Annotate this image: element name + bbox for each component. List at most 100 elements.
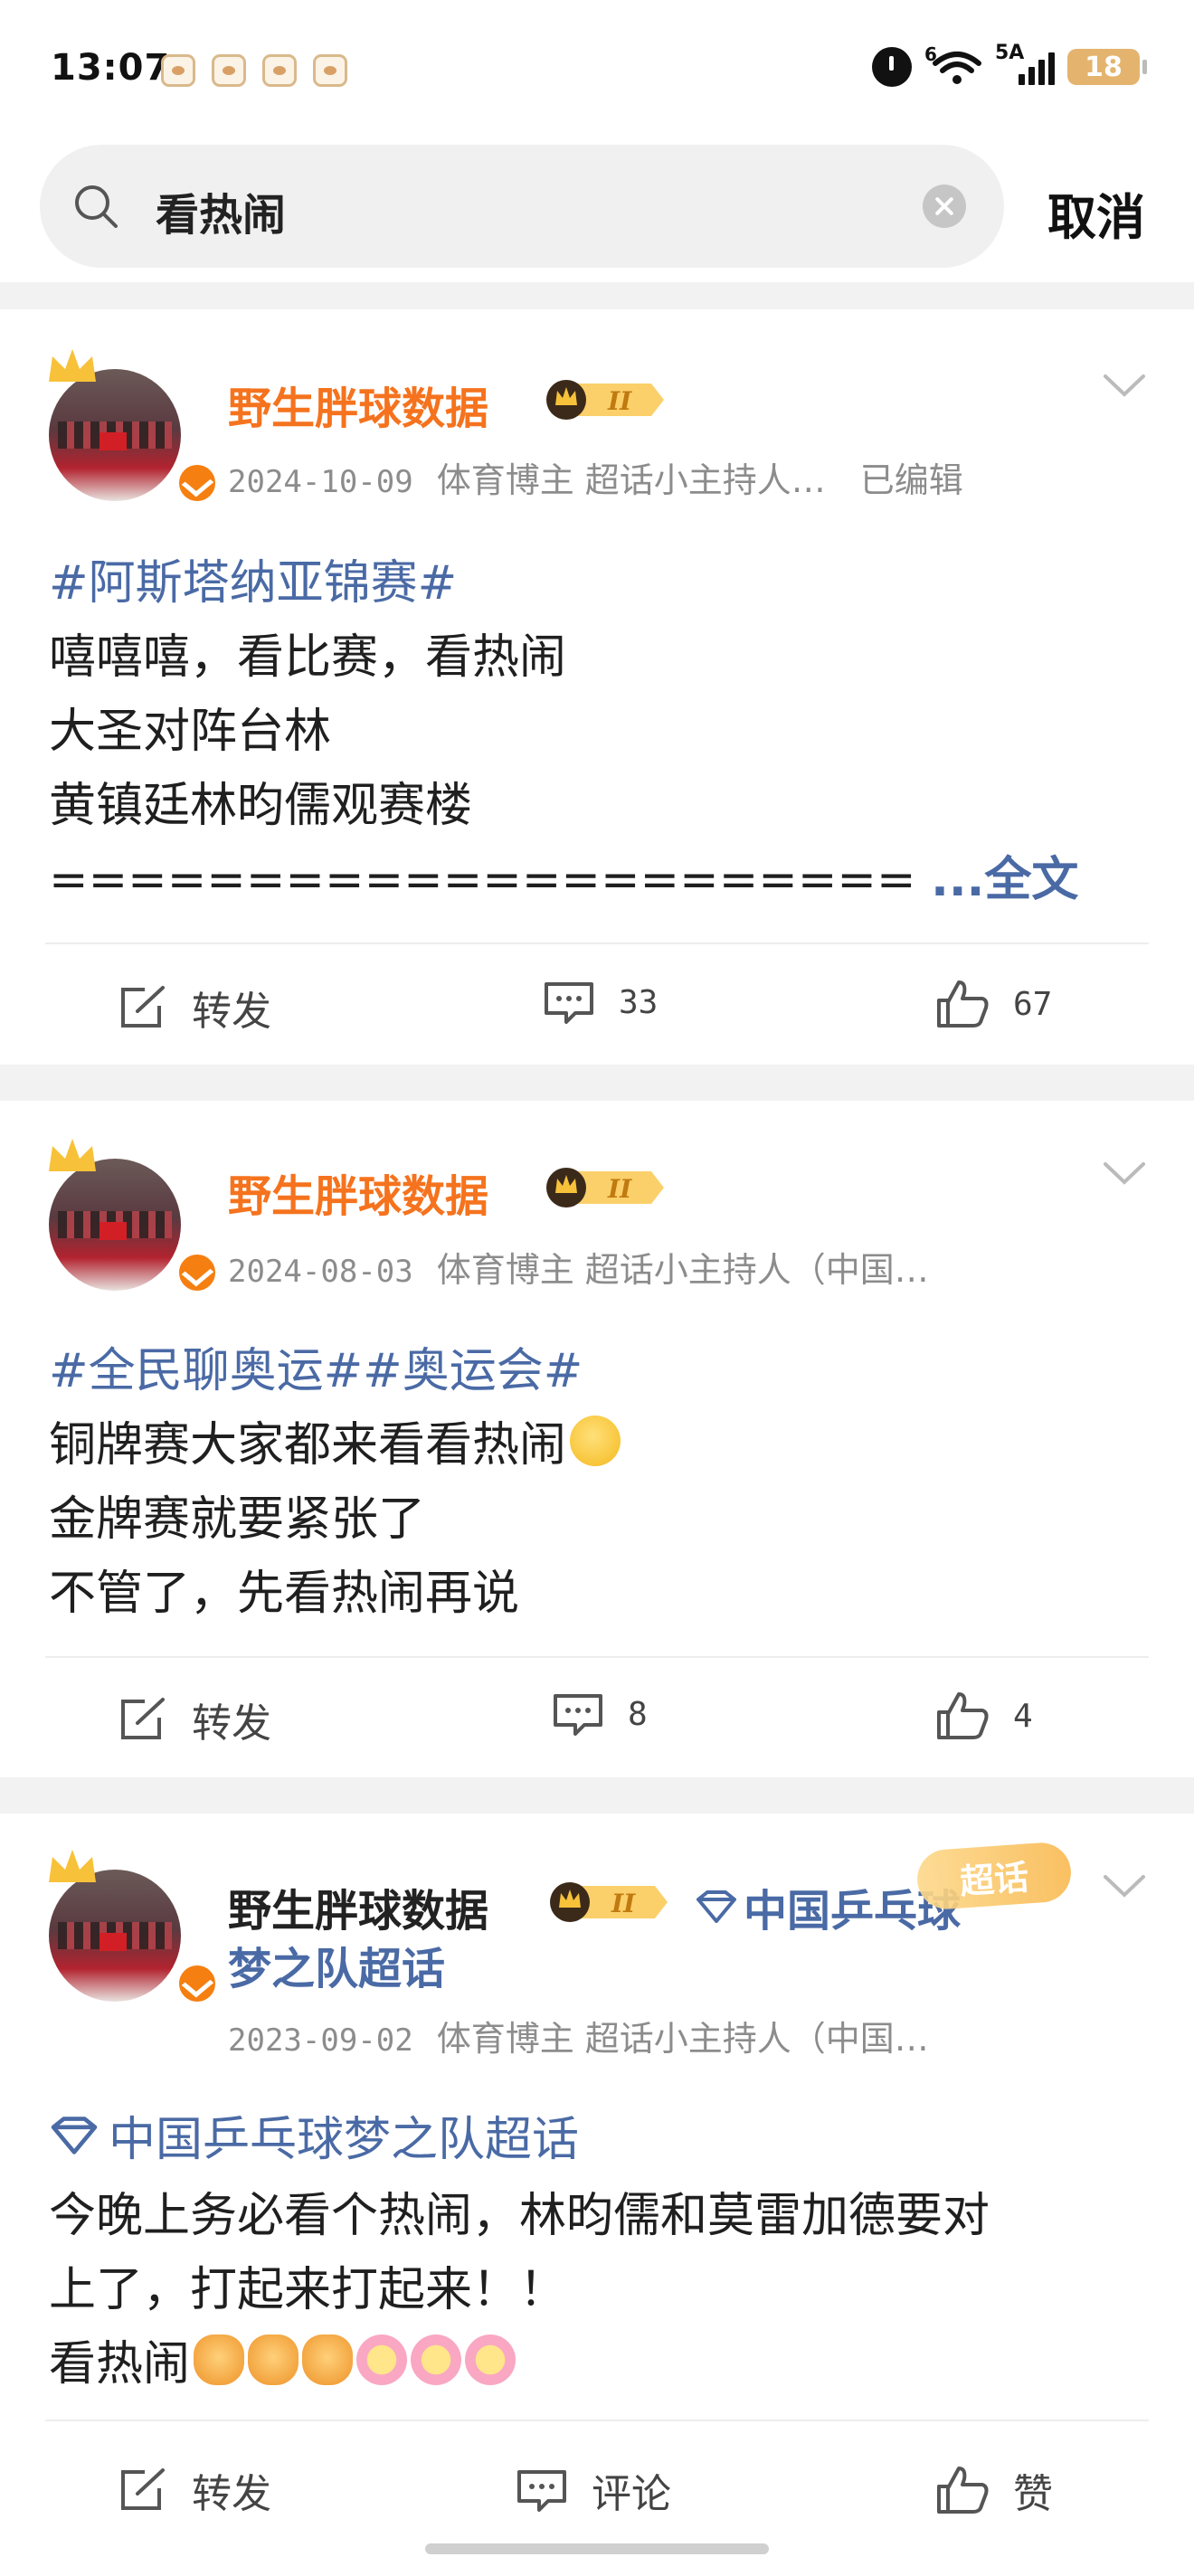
- supertalk-tag-label: 中国乒乓球梦之队超话: [109, 2113, 580, 2167]
- edited-label: 已编辑: [859, 460, 963, 500]
- repost-label: 转发: [192, 989, 271, 1035]
- post-text: 铜牌赛大家都来看看热闹: [49, 1418, 567, 1473]
- repost-icon: [121, 1698, 165, 1739]
- status-time: 13:07: [51, 47, 171, 89]
- wifi-icon: 6: [924, 43, 982, 87]
- repost-button[interactable]: 转发: [118, 979, 271, 1037]
- crown-icon: [49, 349, 96, 382]
- chevron-down-icon[interactable]: [1102, 1160, 1147, 1188]
- separator-text: ======================: [49, 853, 916, 907]
- comment-button[interactable]: 评论: [516, 2461, 671, 2519]
- repost-label: 转发: [192, 2471, 271, 2517]
- flower-face-emoji-icon: [356, 2334, 408, 2385]
- chevron-down-icon[interactable]: [1102, 373, 1147, 400]
- divider: [0, 1065, 1194, 1101]
- comment-icon: [517, 2470, 566, 2512]
- post-meta: 2024-10-09 体育博主 超话小主持人… 已编辑: [228, 452, 963, 502]
- vip-level-badge: II: [546, 380, 664, 420]
- search-input[interactable]: 看热闹: [40, 145, 1004, 268]
- verified-icon: [175, 1251, 219, 1294]
- post-date: 2023-09-02: [228, 2022, 413, 2059]
- author-role: 体育博主 超话小主持人（中国…: [436, 1250, 929, 1290]
- post-meta: 2023-09-02 体育博主 超话小主持人（中国…: [228, 2011, 929, 2060]
- post-text-line: 嘻嘻嘻，看比赛，看热闹: [49, 630, 567, 685]
- post-card[interactable]: 野生胖球数据 II 2024-10-09 体育博主 超话小主持人… 已编辑 #阿斯塔…: [0, 309, 1194, 1065]
- post-text-line: 不管了，先看热闹再说: [49, 1567, 520, 1621]
- status-bar: 13:07 6 5A 18: [0, 0, 1194, 136]
- comment-count: 33: [619, 983, 659, 1021]
- hashtag-row: #全民聊奥运##奥运会#: [49, 1332, 583, 1400]
- divider: [0, 1777, 1194, 1814]
- cellular-signal-icon: 5A: [995, 42, 1055, 87]
- repost-icon: [121, 986, 165, 1028]
- crown-icon: [49, 1139, 96, 1171]
- comment-button[interactable]: 8: [552, 1690, 648, 1738]
- post-text-line: 今晚上务必看个热闹，林昀儒和莫雷加德要对: [49, 2189, 990, 2243]
- like-button[interactable]: 4: [935, 1690, 1033, 1741]
- app-notification-icon: [212, 54, 246, 87]
- app-notification-icon: [313, 54, 347, 87]
- hashtag[interactable]: #全民聊奥运#: [49, 1344, 363, 1398]
- wifi-label: 6: [924, 43, 937, 65]
- app-notification-icon: [262, 54, 297, 87]
- flower-face-emoji-icon: [411, 2334, 462, 2385]
- like-button[interactable]: 67: [935, 979, 1052, 1029]
- post-text: 看热闹: [49, 2337, 191, 2391]
- cancel-button[interactable]: 取消: [1047, 177, 1145, 249]
- post-date: 2024-10-09: [228, 464, 413, 500]
- chevron-down-icon[interactable]: [1102, 1873, 1147, 1900]
- supertalk-badge: 超话: [914, 1841, 1074, 1911]
- hashtag[interactable]: #奥运会#: [363, 1344, 583, 1398]
- action-separator: [45, 942, 1149, 944]
- avatar[interactable]: [45, 1846, 219, 2005]
- post-text-line: 铜牌赛大家都来看看热闹: [49, 1406, 621, 1474]
- comment-label: 评论: [592, 2471, 671, 2517]
- avatar[interactable]: [45, 346, 219, 505]
- username[interactable]: 野生胖球数据: [228, 1875, 488, 1938]
- post-text-line: 上了，打起来打起来！！: [49, 2263, 567, 2317]
- home-indicator[interactable]: [425, 2543, 769, 2554]
- search-query: 看热闹: [156, 190, 287, 241]
- post-text-line: 黄镇廷林昀儒观赛楼: [49, 779, 473, 833]
- post-card[interactable]: 野生胖球数据 II 中国乒乓球 梦之队超话 超话 2023-09-02 体育博主 …: [0, 1814, 1194, 2555]
- system-icons: 6 5A 18: [872, 42, 1147, 87]
- repost-label: 转发: [192, 1700, 271, 1747]
- svg-text:II: II: [607, 386, 632, 416]
- repost-button[interactable]: 转发: [118, 2461, 271, 2519]
- post-card[interactable]: 野生胖球数据 II 2024-08-03 体育博主 超话小主持人（中国… #全民聊…: [0, 1101, 1194, 1777]
- post-text-line: ====================== ...全文: [49, 841, 1078, 909]
- vip-level-badge: II: [550, 1882, 668, 1922]
- repost-button[interactable]: 转发: [118, 1690, 271, 1748]
- username[interactable]: 野生胖球数据: [228, 373, 488, 436]
- supertalk-name-cont[interactable]: 梦之队超话: [228, 1933, 445, 1996]
- hashtag[interactable]: #阿斯塔纳亚锦赛#: [49, 545, 457, 612]
- crown-icon: [49, 1850, 96, 1882]
- search-icon: [75, 185, 118, 228]
- comment-button[interactable]: 33: [543, 979, 658, 1026]
- like-count: 4: [1013, 1697, 1033, 1735]
- svg-text:II: II: [611, 1889, 636, 1918]
- clear-icon[interactable]: [923, 185, 966, 228]
- weibo-notification-icon: [161, 54, 195, 87]
- author-role: 体育博主 超话小主持人（中国…: [436, 2019, 929, 2059]
- thumbs-up-icon: [937, 1692, 989, 1739]
- post-date: 2024-08-03: [228, 1254, 413, 1290]
- verified-icon: [175, 461, 219, 505]
- author-role: 体育博主 超话小主持人…: [436, 460, 826, 500]
- like-count: 67: [1013, 985, 1053, 1023]
- comment-count: 8: [628, 1695, 648, 1733]
- username[interactable]: 野生胖球数据: [228, 1160, 488, 1224]
- cat-emoji-icon: [248, 2334, 299, 2385]
- flower-face-emoji-icon: [465, 2334, 516, 2385]
- vip-level-badge: II: [546, 1168, 664, 1208]
- cat-emoji-icon: [302, 2334, 354, 2385]
- action-separator: [45, 2420, 1149, 2421]
- notification-icons: [161, 54, 347, 87]
- comment-icon: [545, 982, 593, 1024]
- post-text-line: 看热闹: [49, 2325, 516, 2393]
- read-more-link[interactable]: ...全文: [931, 853, 1078, 907]
- avatar[interactable]: [45, 1135, 219, 1294]
- repost-icon: [121, 2468, 165, 2510]
- supertalk-tag[interactable]: 中国乒乓球梦之队超话: [49, 2101, 579, 2169]
- like-button[interactable]: 赞: [935, 2461, 1053, 2519]
